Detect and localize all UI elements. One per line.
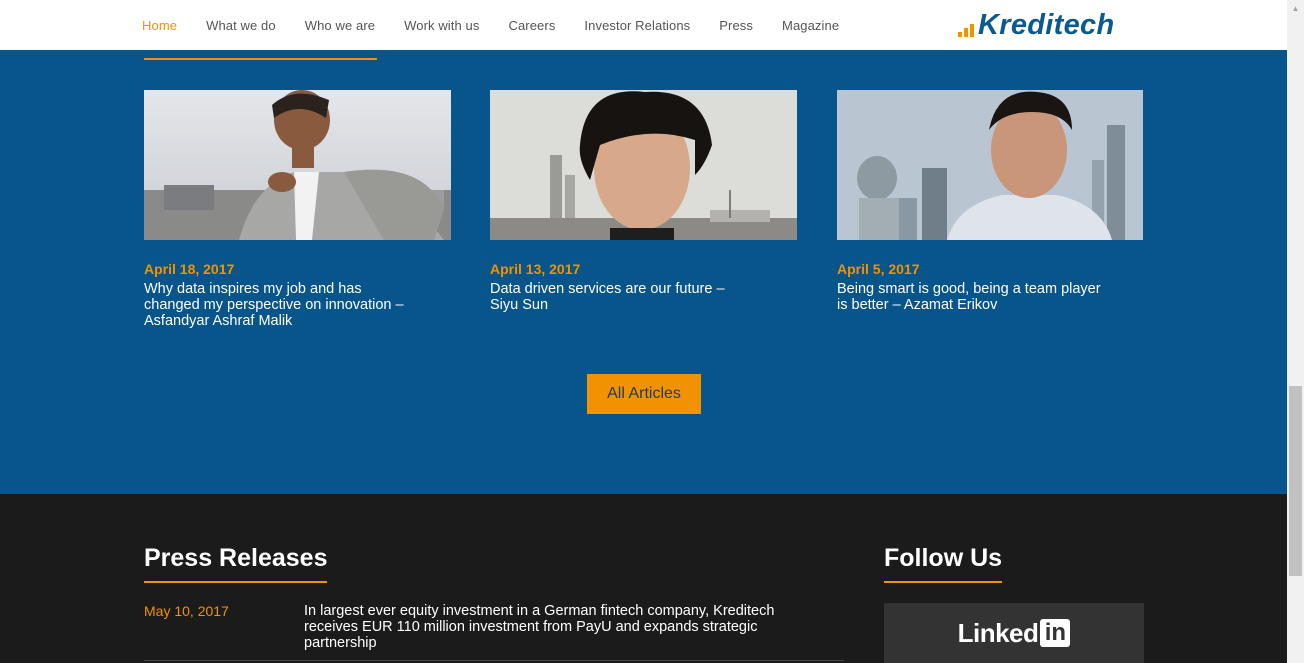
article-date: April 18, 2017 (144, 261, 235, 277)
article-photo-1-image (144, 90, 451, 240)
article-title[interactable]: Data driven services are our future – Si… (490, 281, 755, 313)
article-photo[interactable] (144, 90, 451, 240)
nav-home[interactable]: Home (142, 18, 177, 33)
site-header: Home What we do Who we are Work with us … (0, 0, 1287, 50)
nav-careers[interactable]: Careers (508, 18, 555, 33)
press-divider (144, 660, 844, 661)
logo-bars-icon (958, 24, 974, 37)
press-section: Press Releases May 10, 2017 In largest e… (0, 494, 1287, 663)
article-card[interactable]: April 5, 2017 Being smart is good, being… (837, 90, 1144, 313)
article-date: April 13, 2017 (490, 261, 581, 277)
scrollbar-thumb[interactable] (1289, 386, 1302, 576)
kreditech-logo[interactable]: Kreditech (958, 8, 1114, 42)
main-nav: Home What we do Who we are Work with us … (142, 0, 868, 50)
nav-who-we-are[interactable]: Who we are (305, 18, 375, 33)
article-photo-3-image (837, 90, 1143, 240)
article-title[interactable]: Why data inspires my job and has changed… (144, 281, 409, 329)
scroll-up-arrow-icon[interactable]: ▲ (1287, 0, 1304, 17)
all-articles-button[interactable]: All Articles (587, 374, 701, 414)
press-release-title[interactable]: In largest ever equity investment in a G… (304, 603, 814, 651)
articles-section: April 18, 2017 Why data inspires my job … (0, 50, 1287, 494)
article-photo[interactable] (490, 90, 797, 240)
linkedin-in-icon: in (1040, 619, 1071, 647)
nav-magazine[interactable]: Magazine (782, 18, 839, 33)
article-card[interactable]: April 18, 2017 Why data inspires my job … (144, 90, 451, 329)
linkedin-link[interactable]: Linked in (884, 603, 1144, 663)
nav-investor-relations[interactable]: Investor Relations (584, 18, 690, 33)
nav-press[interactable]: Press (719, 18, 753, 33)
article-photo-2-image (490, 90, 797, 240)
page-scrollbar[interactable]: ▲ (1287, 0, 1304, 663)
nav-work-with-us[interactable]: Work with us (404, 18, 479, 33)
nav-what-we-do[interactable]: What we do (206, 18, 276, 33)
article-card[interactable]: April 13, 2017 Data driven services are … (490, 90, 797, 313)
article-photo[interactable] (837, 90, 1144, 240)
logo-text: Kreditech (978, 9, 1115, 41)
section-underline (144, 58, 377, 60)
article-date: April 5, 2017 (837, 261, 920, 277)
follow-us-heading: Follow Us (884, 544, 1003, 583)
article-title[interactable]: Being smart is good, being a team player… (837, 281, 1102, 313)
press-releases-heading: Press Releases (144, 544, 328, 583)
linkedin-wordmark: Linked (957, 617, 1039, 648)
press-release-date: May 10, 2017 (144, 603, 229, 619)
